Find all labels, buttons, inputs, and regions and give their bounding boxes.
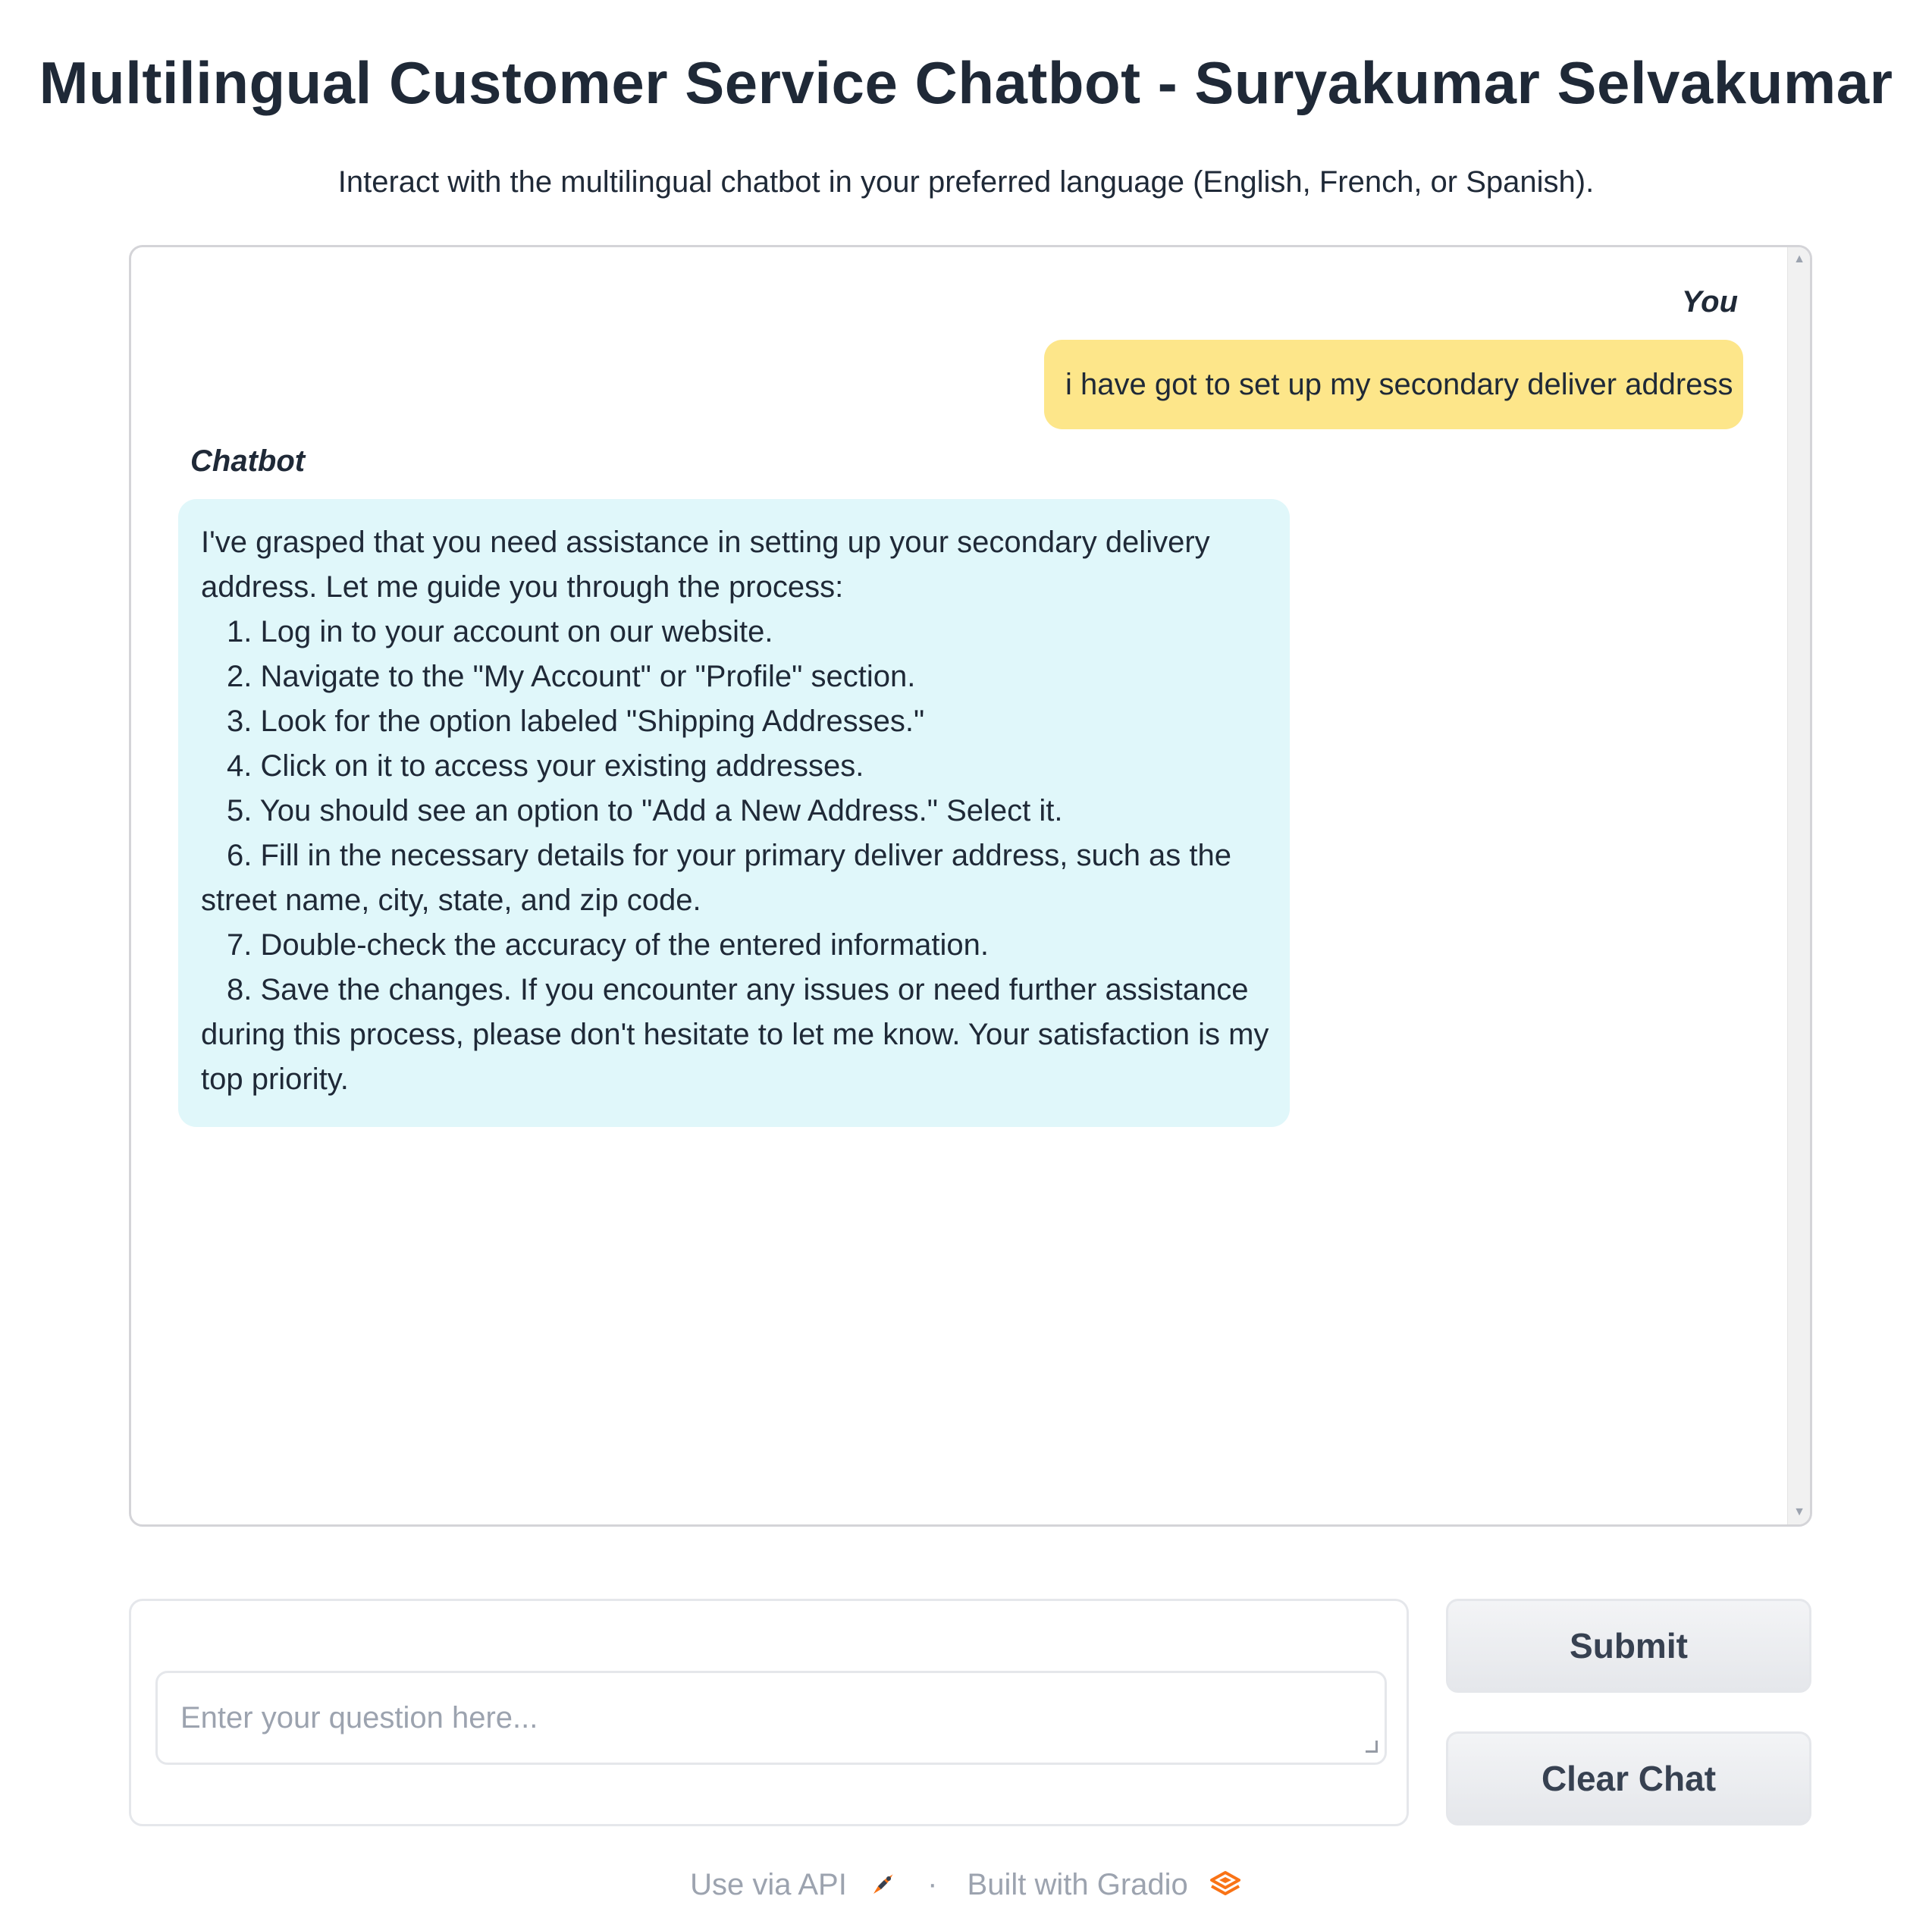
bot-message-line: address. Let me guide you through the pr… <box>201 570 844 604</box>
bot-step-item: 8. Save the changes. If you encounter an… <box>227 973 1249 1006</box>
gradio-logo-icon <box>1209 1871 1240 1896</box>
rocket-icon <box>873 1874 893 1895</box>
use-via-api-link[interactable]: Use via API <box>690 1866 898 1902</box>
resize-handle-icon[interactable] <box>1366 1741 1378 1753</box>
built-with-gradio-link[interactable]: Built with Gradio <box>968 1866 1242 1902</box>
footer-separator: · <box>927 1866 938 1901</box>
bot-message-bubble: I've grasped that you need assistance in… <box>178 499 1290 1127</box>
user-message-bubble: i have got to set up my secondary delive… <box>1044 340 1743 429</box>
clear-chat-button[interactable]: Clear Chat <box>1446 1731 1811 1826</box>
bot-step-item: 3. Look for the option labeled "Shipping… <box>227 705 925 738</box>
footer: Use via API · Built with Gradio <box>0 1866 1932 1902</box>
chatbot-label: Chatbot <box>190 444 306 478</box>
bot-step-item: 7. Double-check the accuracy of the ente… <box>227 928 989 962</box>
bot-message-line: top priority. <box>201 1063 349 1096</box>
bot-message-line: I've grasped that you need assistance in… <box>201 526 1210 559</box>
scroll-up-icon[interactable]: ▲ <box>1788 252 1810 267</box>
bot-message-line: street name, city, state, and zip code. <box>201 884 701 917</box>
user-label: You <box>1681 285 1738 319</box>
use-via-api-label: Use via API <box>690 1867 847 1901</box>
page-subtitle: Interact with the multilingual chatbot i… <box>337 165 1595 199</box>
bot-step-item: 5. You should see an option to "Add a Ne… <box>227 794 1063 827</box>
scroll-down-icon[interactable]: ▼ <box>1788 1505 1810 1520</box>
submit-button[interactable]: Submit <box>1446 1599 1811 1693</box>
bot-step-item: 1. Log in to your account on our website… <box>227 615 773 648</box>
chat-scrollbar[interactable]: ▲ ▼ <box>1787 247 1810 1524</box>
bot-step-item: 4. Click on it to access your existing a… <box>227 749 864 783</box>
input-card <box>129 1599 1409 1826</box>
bot-step-item: 2. Navigate to the "My Account" or "Prof… <box>227 660 916 693</box>
built-with-gradio-label: Built with Gradio <box>967 1867 1188 1901</box>
bot-step-item: 6. Fill in the necessary details for you… <box>227 839 1232 872</box>
chat-panel[interactable]: You i have got to set up my secondary de… <box>129 245 1812 1527</box>
bot-message-line: during this process, please don't hesita… <box>201 1018 1269 1051</box>
page-title: Multilingual Customer Service Chatbot - … <box>39 49 1893 116</box>
question-input[interactable] <box>155 1671 1387 1765</box>
